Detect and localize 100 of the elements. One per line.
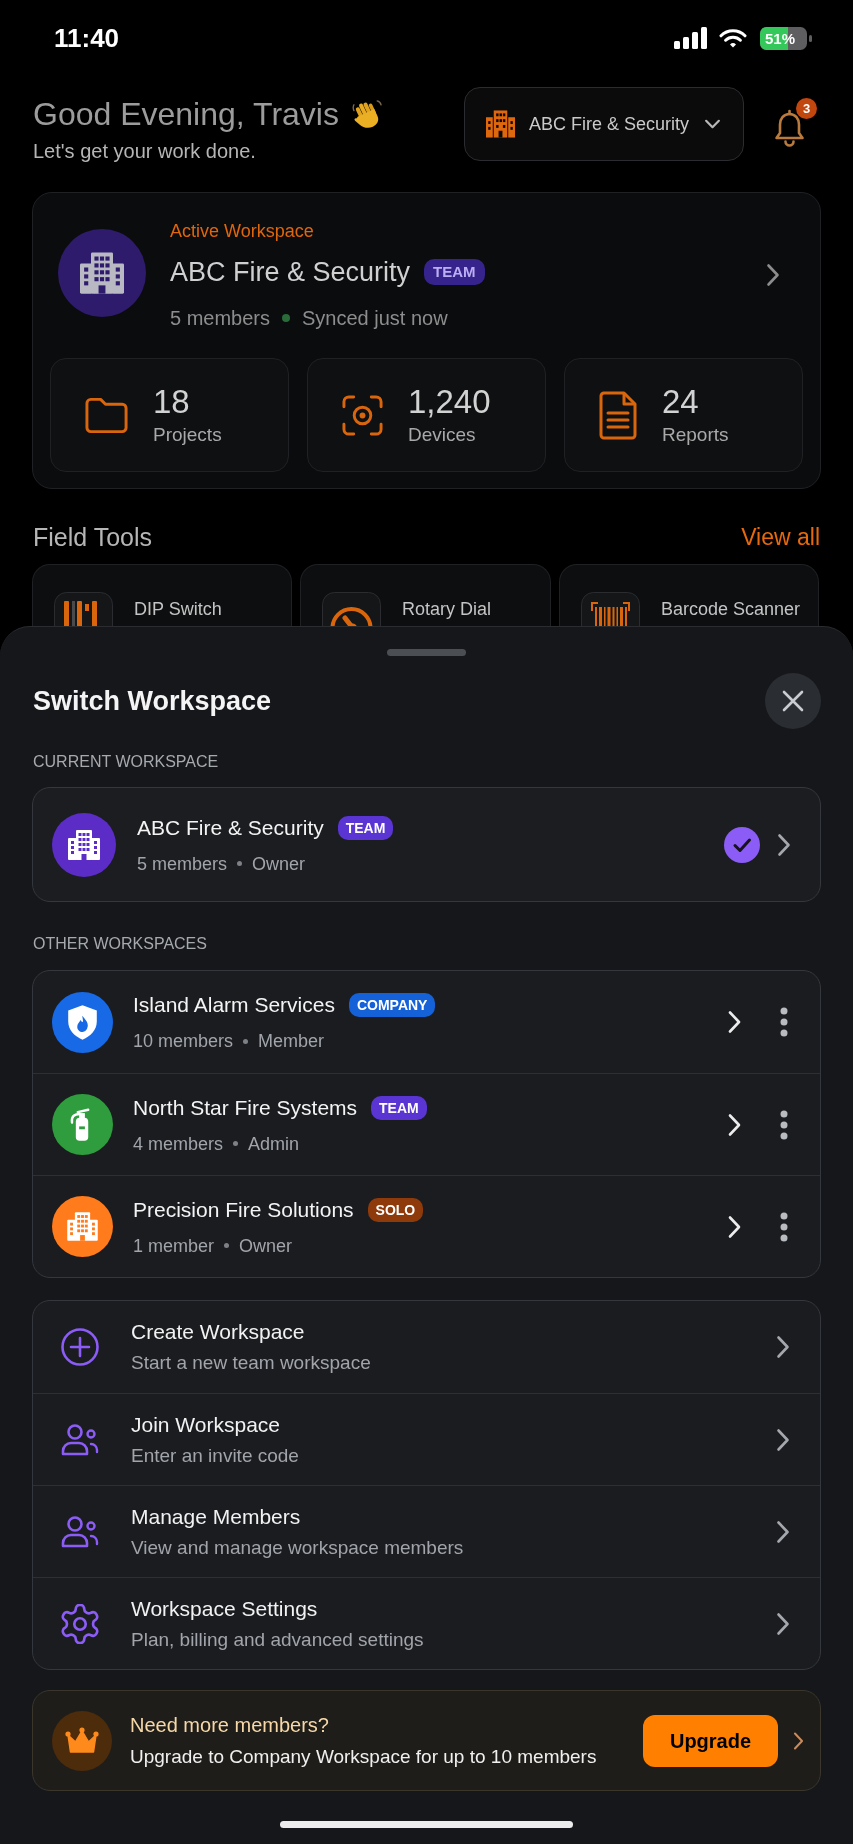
upgrade-title: Need more members? xyxy=(130,1712,330,1738)
action-title: Workspace Settings xyxy=(131,1595,319,1622)
plan-badge: TEAM xyxy=(424,259,485,285)
plan-badge: TEAM xyxy=(371,1095,427,1120)
chevron-right-icon xyxy=(776,1519,790,1544)
notification-badge: 3 xyxy=(796,98,817,119)
action-subtitle: Plan, billing and advanced settings xyxy=(131,1627,424,1652)
tool-card[interactable]: DIP Switch xyxy=(32,564,292,626)
section-heading: OTHER WORKSPACES xyxy=(32,934,208,954)
tool-card[interactable]: Barcode Scanner xyxy=(559,564,819,626)
stat-value: 18 xyxy=(153,383,191,421)
workspace-name: Precision Fire Solutions xyxy=(133,1196,354,1223)
chevron-right-icon xyxy=(777,832,791,857)
folder-icon xyxy=(84,395,129,435)
more-options-icon[interactable] xyxy=(780,1211,788,1242)
role-text: Owner xyxy=(239,1234,293,1257)
stat-tile[interactable]: 24 Reports xyxy=(564,358,803,472)
check-circle-icon xyxy=(724,826,760,863)
chevron-right-icon xyxy=(727,1214,742,1239)
upgrade-button[interactable]: Upgrade xyxy=(643,1714,778,1767)
more-options-icon[interactable] xyxy=(780,1109,788,1140)
workspace-name: North Star Fire Systems xyxy=(133,1094,358,1121)
building-icon xyxy=(486,110,515,138)
section-title: Field Tools xyxy=(33,522,153,552)
member-count: 4 members xyxy=(133,1132,224,1155)
workspace-row[interactable]: North Star Fire Systems TEAM 4 members Admin xyxy=(33,1073,820,1175)
workspace-name: ABC Fire & Security xyxy=(170,256,411,289)
stat-label: Projects xyxy=(153,423,222,447)
chevron-right-icon xyxy=(727,1010,742,1034)
drag-handle[interactable] xyxy=(387,649,466,656)
member-count: 1 member xyxy=(133,1234,215,1257)
action-title: Manage Members xyxy=(131,1503,302,1530)
bullet-icon xyxy=(243,1038,249,1044)
workspace-name: Island Alarm Services xyxy=(133,992,335,1018)
tool-label: Rotary Dial xyxy=(402,598,492,620)
sheet-title: Switch Workspace xyxy=(32,685,272,718)
close-icon xyxy=(782,690,804,712)
workspace-card[interactable]: ABC Fire & Security TEAM 5 members Owner xyxy=(32,787,821,902)
chevron-down-icon xyxy=(704,119,721,129)
member-count: 5 members xyxy=(137,852,228,875)
plan-badge: SOLO xyxy=(367,1197,424,1222)
role-text: Member xyxy=(258,1030,325,1052)
waving-hand-icon xyxy=(351,98,383,130)
action-row[interactable]: Join Workspace Enter an invite code xyxy=(33,1393,820,1485)
chevron-right-icon xyxy=(776,1427,790,1452)
stat-tile[interactable]: 18 Projects xyxy=(50,358,289,472)
upgrade-text: Upgrade to Company Workspace for up to 10 members xyxy=(130,1744,597,1769)
plus-circle-icon xyxy=(60,1327,100,1367)
gear-icon xyxy=(60,1603,100,1644)
stat-tile[interactable]: 1,240 Devices xyxy=(307,358,546,472)
stat-label: Reports xyxy=(662,423,729,447)
tool-label: DIP Switch xyxy=(134,598,222,620)
tool-label: Barcode Scanner xyxy=(661,598,801,620)
scan-frame-icon xyxy=(341,393,384,437)
action-title: Create Workspace xyxy=(131,1319,306,1345)
active-workspace-card[interactable]: Active Workspace ABC Fire & Security TEAM 5 members Synced just now 18 Projects 1,240 Devices 24 Reports xyxy=(32,192,821,489)
tool-card[interactable]: Rotary Dial xyxy=(300,564,551,626)
bullet-icon xyxy=(233,1141,239,1146)
status-time: 11:40 xyxy=(54,22,120,54)
stat-value: 24 xyxy=(662,383,700,421)
subtitle: Let's get your work done. xyxy=(33,139,257,163)
chevron-right-icon xyxy=(727,1112,742,1137)
document-icon xyxy=(598,390,638,440)
eyebrow-label: Active Workspace xyxy=(170,220,315,242)
signal-icon xyxy=(674,27,707,49)
bullet-icon xyxy=(224,1243,230,1248)
view-all-link[interactable]: View all xyxy=(741,522,820,552)
action-subtitle: Enter an invite code xyxy=(131,1443,299,1468)
sync-status: Synced just now xyxy=(302,306,448,330)
action-row[interactable]: Manage Members View and manage workspace members xyxy=(33,1485,820,1577)
action-title: Join Workspace xyxy=(131,1411,281,1438)
workspace-row[interactable]: Island Alarm Services COMPANY 10 members Member xyxy=(33,971,820,1073)
chevron-right-icon xyxy=(793,1730,804,1751)
chevron-right-icon xyxy=(776,1611,790,1636)
wifi-icon xyxy=(719,27,747,49)
bullet-icon xyxy=(237,861,243,866)
more-options-icon[interactable] xyxy=(780,1007,788,1037)
action-row[interactable]: Workspace Settings Plan, billing and advanced settings xyxy=(33,1577,820,1669)
role-text: Owner xyxy=(252,852,306,875)
workspace-row[interactable]: Precision Fire Solutions SOLO 1 member Owner xyxy=(33,1175,820,1277)
member-count: 5 members xyxy=(170,306,271,330)
chevron-right-icon[interactable] xyxy=(766,263,780,287)
greeting: Good Evening, Travis xyxy=(33,95,339,133)
action-subtitle: Start a new team workspace xyxy=(131,1351,371,1375)
role-text: Admin xyxy=(248,1132,300,1155)
close-button[interactable] xyxy=(765,673,821,729)
chevron-right-icon xyxy=(776,1335,790,1359)
battery-indicator: 51% xyxy=(760,26,812,50)
stat-label: Devices xyxy=(408,423,477,447)
plan-badge: TEAM xyxy=(337,815,394,840)
stat-value: 1,240 xyxy=(408,383,491,421)
member-count: 10 members xyxy=(133,1030,234,1052)
crown-icon xyxy=(52,1710,112,1771)
action-subtitle: View and manage workspace members xyxy=(131,1535,464,1560)
action-row[interactable]: Create Workspace Start a new team workspace xyxy=(33,1301,820,1393)
building-avatar-icon xyxy=(58,229,146,317)
workspace-dropdown[interactable]: ABC Fire & Security xyxy=(464,87,744,161)
workspace-name: ABC Fire & Security xyxy=(137,814,324,841)
plan-badge: COMPANY xyxy=(348,993,436,1017)
section-heading: CURRENT WORKSPACE xyxy=(32,752,220,772)
